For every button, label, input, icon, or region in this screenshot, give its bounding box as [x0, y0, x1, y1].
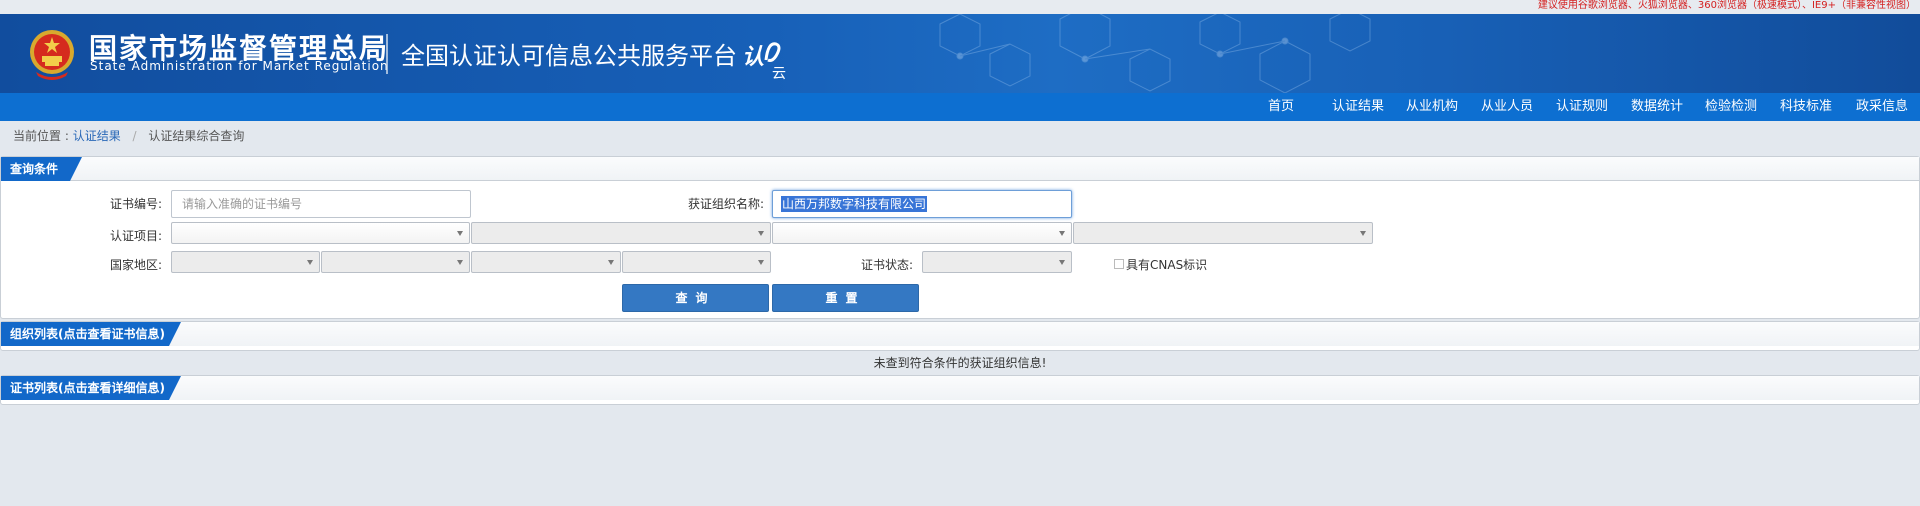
chevron-down-icon	[457, 231, 463, 236]
chevron-down-icon	[758, 260, 764, 265]
chevron-down-icon	[758, 231, 764, 236]
org-list-title: 组织列表(点击查看证书信息)	[1, 322, 181, 346]
cert-status-select[interactable]	[922, 251, 1072, 273]
svg-text:云: 云	[772, 66, 786, 82]
nav-item-procurement[interactable]: 政采信息	[1856, 93, 1908, 121]
nav-item-cert-results[interactable]: 认证结果	[1332, 93, 1384, 121]
reset-button[interactable]: 重置	[772, 284, 919, 312]
svg-text:认: 认	[742, 45, 764, 70]
cert-list-panel-header: 证书列表(点击查看详细信息)	[1, 376, 1919, 400]
cnas-label: 具有CNAS标识	[1126, 258, 1208, 272]
chevron-down-icon	[457, 260, 463, 265]
national-emblem-icon	[30, 30, 74, 80]
breadcrumb: 当前位置 : 认证结果 / 认证结果综合查询	[13, 128, 244, 144]
nav-item-home[interactable]: 首页	[1268, 93, 1294, 121]
breadcrumb-separator: /	[132, 129, 137, 143]
chevron-down-icon	[1059, 231, 1065, 236]
org-list-panel-header: 组织列表(点击查看证书信息)	[1, 322, 1919, 346]
cert-list-panel: 证书列表(点击查看详细信息)	[0, 375, 1920, 405]
cert-project-select-4[interactable]	[1073, 222, 1373, 244]
region-select-4[interactable]	[622, 251, 771, 273]
region-select-3[interactable]	[471, 251, 621, 273]
hexagon-pattern-decoration	[939, 14, 1371, 93]
cert-number-label: 证书编号:	[109, 197, 162, 211]
org-name-label: 获证组织名称:	[687, 197, 764, 211]
nav-item-institutions[interactable]: 从业机构	[1406, 93, 1458, 121]
org-list-panel: 组织列表(点击查看证书信息)	[0, 321, 1920, 351]
breadcrumb-current: 认证结果综合查询	[148, 129, 245, 143]
site-name-en: State Administration for Market Regulati…	[90, 59, 389, 73]
region-label: 国家地区:	[109, 258, 162, 272]
cert-project-select-3[interactable]	[772, 222, 1072, 244]
site-banner: 国家市场监督管理总局 State Administration for Mark…	[0, 14, 1920, 93]
breadcrumb-prefix: 当前位置 :	[13, 129, 69, 143]
cert-project-select-1[interactable]	[171, 222, 470, 244]
cert-project-label: 认证项目:	[109, 229, 162, 243]
browser-notice-bar: 建议使用谷歌浏览器、火狐浏览器、360浏览器（极速模式）、IE9+（非兼容性视图…	[0, 0, 1920, 14]
chevron-down-icon	[608, 260, 614, 265]
search-button[interactable]: 查询	[622, 284, 769, 312]
renzheng-cloud-logo-icon[interactable]: 认 云	[742, 34, 792, 82]
cert-number-input[interactable]	[171, 190, 471, 218]
region-select-1[interactable]	[171, 251, 320, 273]
nav-item-tech-standards[interactable]: 科技标准	[1780, 93, 1832, 121]
query-panel-title: 查询条件	[1, 157, 82, 181]
org-name-input[interactable]: 山西万邦数字科技有限公司	[772, 190, 1072, 218]
chevron-down-icon	[1059, 260, 1065, 265]
nav-item-practitioners[interactable]: 从业人员	[1481, 93, 1533, 121]
breadcrumb-link-cert-results[interactable]: 认证结果	[73, 129, 121, 143]
cert-project-select-2[interactable]	[471, 222, 771, 244]
region-select-2[interactable]	[321, 251, 470, 273]
query-panel-header: 查询条件	[1, 157, 1919, 181]
org-name-value: 山西万邦数字科技有限公司	[781, 196, 928, 212]
org-list-empty-message: 未查到符合条件的获证组织信息!	[873, 356, 1047, 370]
nav-item-statistics[interactable]: 数据统计	[1631, 93, 1683, 121]
nav-item-cert-rules[interactable]: 认证规则	[1556, 93, 1608, 121]
cnas-checkbox[interactable]	[1114, 259, 1124, 269]
chevron-down-icon	[1360, 231, 1366, 236]
header-divider	[386, 34, 388, 74]
chevron-down-icon	[307, 260, 313, 265]
cert-status-label: 证书状态:	[860, 258, 913, 272]
platform-name: 全国认证认可信息公共服务平台	[401, 42, 737, 70]
cert-list-title: 证书列表(点击查看详细信息)	[1, 376, 181, 400]
browser-notice: 建议使用谷歌浏览器、火狐浏览器、360浏览器（极速模式）、IE9+（非兼容性视图…	[1537, 0, 1916, 11]
nav-item-inspection[interactable]: 检验检测	[1705, 93, 1757, 121]
main-nav: 首页 认证结果 从业机构 从业人员 认证规则 数据统计 检验检测 科技标准 政采…	[0, 93, 1920, 121]
